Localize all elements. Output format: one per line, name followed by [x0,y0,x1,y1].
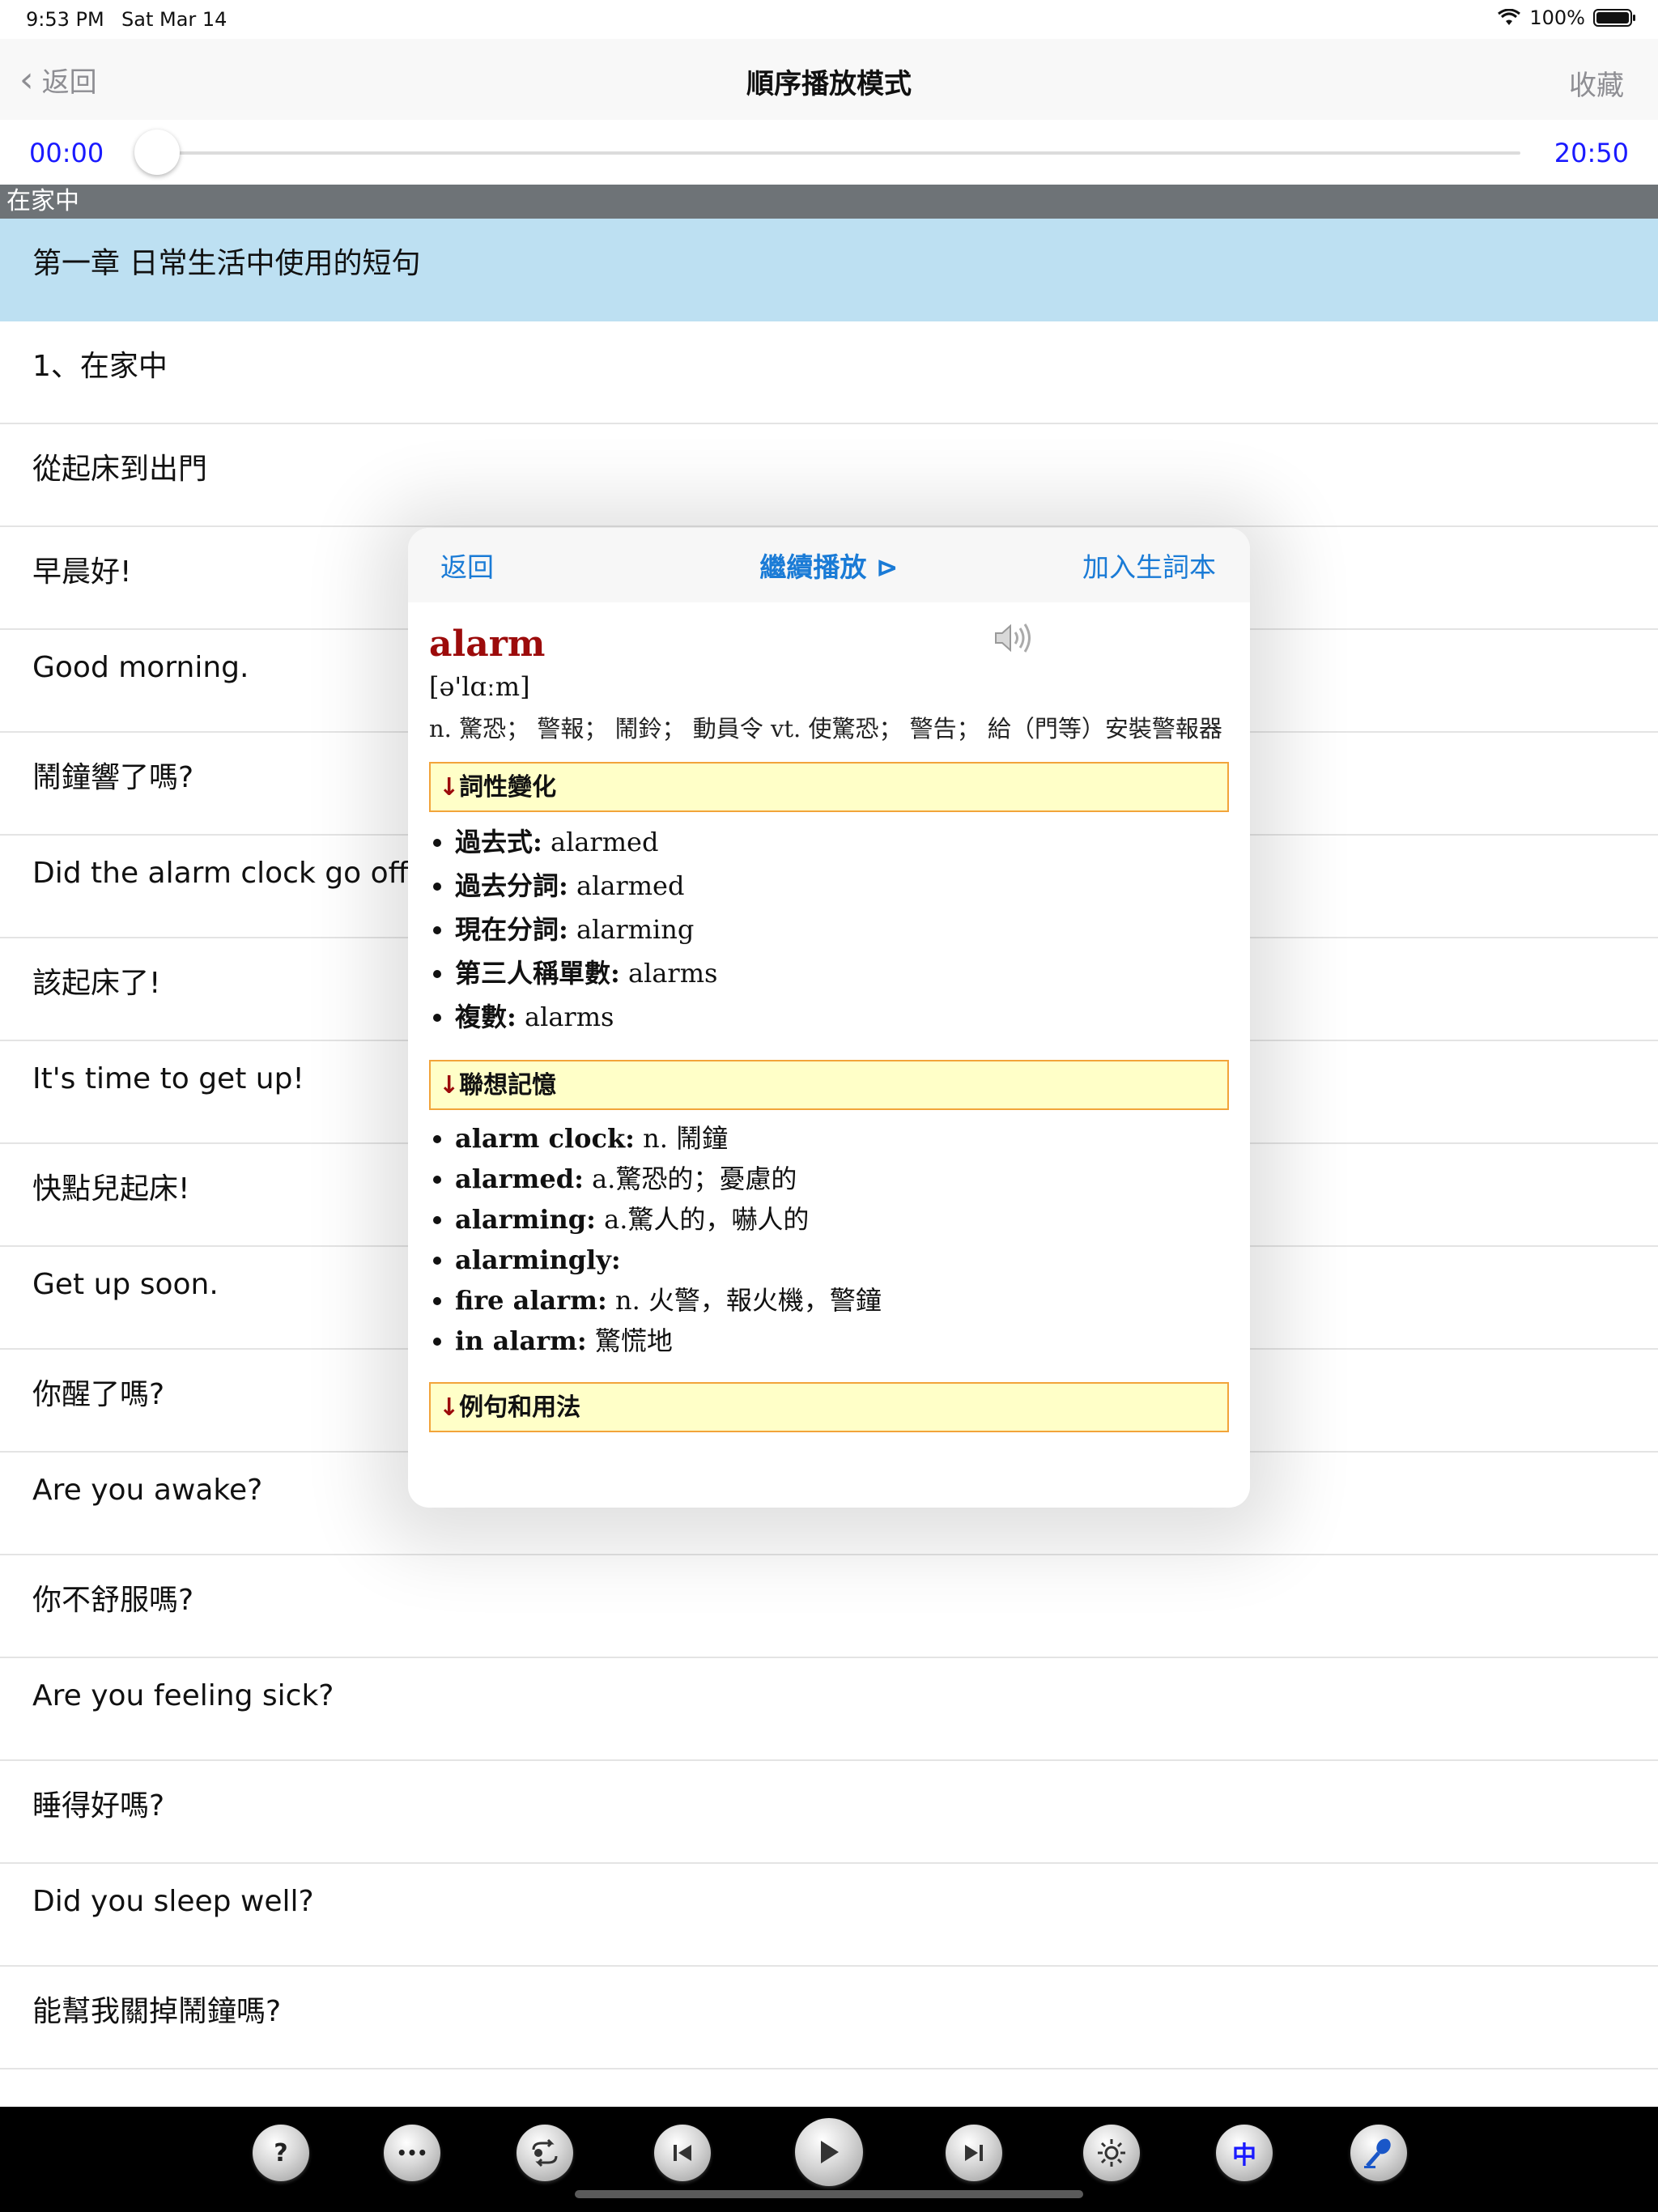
home-indicator [575,2190,1083,2198]
section-title: 聯想記憶 [459,1071,557,1100]
playback-progress: 00:00 20:50 [0,120,1658,185]
list-item: alarmed: a.驚恐的；憂慮的 [455,1159,1229,1199]
chapter-row[interactable]: 第一章 日常生活中使用的短句 [0,219,1658,321]
list-item: 複數: alarms [455,995,1229,1039]
speaker-icon[interactable] [993,622,1036,654]
help-icon: ? [274,2138,288,2167]
list-item[interactable]: Did you sleep well? [0,1864,1658,1967]
list-item: alarmingly: [455,1240,1229,1280]
list-item[interactable]: 從起床到出門 [0,424,1658,527]
list-item[interactable]: 你不舒服嗎? [0,1555,1658,1658]
status-time: 9:53 PM [26,8,104,31]
list-item: fire alarm: n. 火警，報火機，警鐘 [455,1280,1229,1321]
headword: alarm [429,623,546,665]
section-title: 例句和用法 [459,1393,581,1422]
popup-toolbar: 返回 繼續播放 ⊳ 加入生詞本 [408,528,1250,602]
association-list: alarm clock: n. 鬧鐘 alarmed: a.驚恐的；憂慮的 al… [429,1118,1229,1361]
list-item[interactable]: 睡得好嗎? [0,1761,1658,1864]
list-item: 過去分詞: alarmed [455,864,1229,908]
brightness-button[interactable] [1083,2125,1140,2181]
battery-percent: 100% [1529,6,1585,29]
chinese-toggle-icon: 中 [1232,2142,1256,2170]
status-bar: 9:53 PM Sat Mar 14 100% [0,0,1658,39]
section-examples[interactable]: ↓例句和用法 [429,1382,1229,1432]
repeat-button[interactable] [517,2125,573,2181]
arrow-down-icon: ↓ [439,1393,460,1422]
list-item: 第三人稱單數: alarms [455,951,1229,995]
more-icon: ••• [396,2143,428,2163]
previous-button[interactable] [654,2125,711,2181]
microphone-button[interactable] [1350,2125,1407,2181]
help-button[interactable]: ? [253,2125,309,2181]
brightness-icon [1098,2139,1125,2167]
list-item: alarm clock: n. 鬧鐘 [455,1118,1229,1159]
list-item[interactable]: 1、在家中 [0,321,1658,424]
progress-track[interactable] [159,151,1520,155]
favorite-button[interactable]: 收藏 [1569,63,1624,103]
definition: n. 驚恐； 警報； 鬧鈴； 動員令 vt. 使驚恐； 警告； 給（門等）安裝警… [429,715,1222,742]
list-item[interactable]: Are you feeling sick? [0,1658,1658,1761]
arrow-down-icon: ↓ [439,1071,460,1100]
list-item: 過去式: alarmed [455,820,1229,864]
section-header: 在家中 [0,185,1658,219]
chinese-toggle-button[interactable]: 中 [1216,2125,1273,2181]
page-title: 順序播放模式 [746,68,912,100]
wifi-icon [1498,9,1521,25]
popup-content: alarm [ə'lɑːm] n. 驚恐； 警報； 鬧鈴； 動員令 vt. 使驚… [408,602,1250,1432]
section-word-forms[interactable]: ↓詞性變化 [429,762,1229,812]
add-to-wordbook-button[interactable]: 加入生詞本 [1082,546,1216,585]
dictionary-popup: 返回 繼續播放 ⊳ 加入生詞本 alarm [ə'lɑːm] n. 驚恐； 警報… [408,528,1250,1508]
list-item: 現在分詞: alarming [455,908,1229,951]
play-button[interactable] [795,2118,863,2186]
status-date: Sat Mar 14 [121,8,227,31]
next-icon [965,2145,983,2161]
list-item: in alarm: 驚慌地 [455,1321,1229,1361]
word-forms-list: 過去式: alarmed 過去分詞: alarmed 現在分詞: alarmin… [429,820,1229,1039]
list-item[interactable]: 能幫我關掉鬧鐘嗎? [0,1967,1658,2069]
microphone-icon [1364,2138,1391,2168]
repeat-icon [532,2138,558,2167]
list-item: alarming: a.驚人的，嚇人的 [455,1199,1229,1240]
section-association[interactable]: ↓聯想記憶 [429,1060,1229,1110]
phonetic: [ə'lɑːm] [429,671,530,702]
play-icon [821,2141,839,2163]
more-button[interactable]: ••• [384,2125,440,2181]
next-button[interactable] [946,2125,1002,2181]
status-right: 100% [1497,6,1635,29]
total-time: 20:50 [1554,138,1629,168]
arrow-down-icon: ↓ [439,773,460,802]
elapsed-time: 00:00 [29,138,104,168]
previous-icon [674,2145,691,2161]
section-title: 詞性變化 [459,773,557,802]
battery-icon [1593,9,1635,27]
progress-slider-thumb[interactable] [134,130,180,175]
navigation-bar: ‹ 返回 順序播放模式 收藏 [0,39,1658,121]
